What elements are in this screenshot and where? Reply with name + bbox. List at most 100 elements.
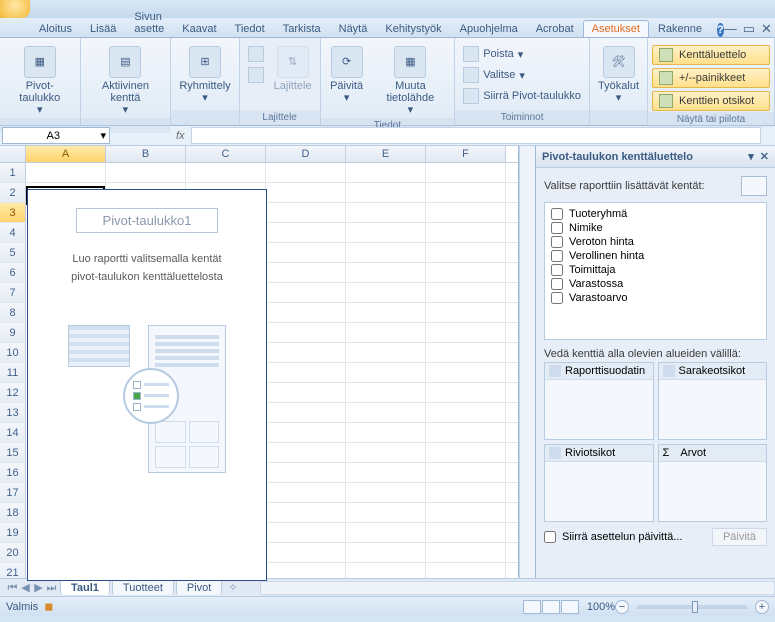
cell[interactable]: [426, 323, 506, 342]
tab-rakenne[interactable]: Rakenne: [649, 20, 711, 37]
fx-icon[interactable]: fx: [176, 130, 185, 142]
row-header[interactable]: 10: [0, 343, 26, 362]
field-checkbox[interactable]: [551, 264, 563, 276]
cell[interactable]: [346, 363, 426, 382]
cell[interactable]: [426, 563, 506, 578]
sheet-nav-first[interactable]: ⏮: [6, 582, 19, 595]
cell[interactable]: [426, 543, 506, 562]
cell[interactable]: [346, 543, 426, 562]
cell[interactable]: [346, 463, 426, 482]
column-header-e[interactable]: E: [346, 146, 426, 162]
cell[interactable]: [266, 343, 346, 362]
tab-apuohjelmat[interactable]: Apuohjelma: [451, 20, 527, 37]
tab-tarkista[interactable]: Tarkista: [274, 20, 330, 37]
cell[interactable]: [346, 203, 426, 222]
cell[interactable]: [266, 483, 346, 502]
cell[interactable]: [426, 483, 506, 502]
cell[interactable]: [426, 263, 506, 282]
row-header[interactable]: 18: [0, 503, 26, 522]
row-header[interactable]: 7: [0, 283, 26, 302]
cell[interactable]: [346, 303, 426, 322]
zoom-out-button[interactable]: −: [615, 600, 629, 614]
cell[interactable]: [346, 263, 426, 282]
row-header[interactable]: 9: [0, 323, 26, 342]
cell[interactable]: [266, 563, 346, 578]
cell[interactable]: [266, 223, 346, 242]
cell[interactable]: [346, 443, 426, 462]
cell[interactable]: [346, 323, 426, 342]
zoom-slider-thumb[interactable]: [692, 601, 698, 613]
sheet-nav-prev[interactable]: ◀: [19, 581, 32, 594]
field-checkbox[interactable]: [551, 236, 563, 248]
cell[interactable]: [106, 163, 186, 182]
tab-kehitystyokalut[interactable]: Kehitystyök: [376, 20, 450, 37]
clear-button[interactable]: Poista ▾: [459, 44, 585, 64]
refresh-button[interactable]: ⟳Päivitä▾: [325, 44, 369, 106]
cell[interactable]: [346, 243, 426, 262]
zone-column-labels[interactable]: Sarakeotsikot: [658, 362, 768, 440]
zoom-value[interactable]: 100%: [587, 601, 615, 613]
update-button[interactable]: Päivitä: [712, 528, 767, 546]
column-header-c[interactable]: C: [186, 146, 266, 162]
field-item[interactable]: Verollinen hinta: [549, 249, 762, 263]
name-box[interactable]: A3▾: [2, 127, 110, 144]
row-header[interactable]: 15: [0, 443, 26, 462]
sort-button[interactable]: ⇅Lajittele: [270, 44, 316, 94]
cell[interactable]: [266, 243, 346, 262]
cell[interactable]: [266, 543, 346, 562]
column-header-b[interactable]: B: [106, 146, 186, 162]
defer-layout-checkbox[interactable]: [544, 531, 556, 543]
cell[interactable]: [266, 423, 346, 442]
cell[interactable]: [426, 243, 506, 262]
cell[interactable]: [266, 163, 346, 182]
horizontal-scrollbar[interactable]: [260, 581, 775, 595]
column-header-a[interactable]: A: [26, 146, 106, 162]
row-header[interactable]: 12: [0, 383, 26, 402]
close-button[interactable]: ✕: [761, 21, 772, 37]
cell[interactable]: [426, 363, 506, 382]
tab-nayta[interactable]: Näytä: [330, 20, 377, 37]
row-header[interactable]: 17: [0, 483, 26, 502]
row-header[interactable]: 21: [0, 563, 26, 578]
row-header[interactable]: 6: [0, 263, 26, 282]
cell[interactable]: [266, 523, 346, 542]
cell[interactable]: [426, 383, 506, 402]
move-pivot-button[interactable]: Siirrä Pivot-taulukko: [459, 86, 585, 106]
cell[interactable]: [266, 303, 346, 322]
cell[interactable]: [346, 403, 426, 422]
field-list-dropdown-icon[interactable]: ▾: [748, 150, 754, 163]
cell[interactable]: [346, 523, 426, 542]
zoom-in-button[interactable]: +: [755, 600, 769, 614]
zone-row-labels[interactable]: Riviotsikot: [544, 444, 654, 522]
cell[interactable]: [266, 363, 346, 382]
column-header-f[interactable]: F: [426, 146, 506, 162]
sheet-nav-last[interactable]: ⏭: [45, 582, 58, 595]
view-pagebreak-button[interactable]: [561, 600, 579, 614]
tab-tiedot[interactable]: Tiedot: [226, 20, 274, 37]
field-checkbox[interactable]: [551, 278, 563, 290]
row-header[interactable]: 4: [0, 223, 26, 242]
row-header[interactable]: 11: [0, 363, 26, 382]
sheet-tab-pivot[interactable]: Pivot: [176, 580, 222, 595]
cell[interactable]: [426, 283, 506, 302]
cell[interactable]: [266, 503, 346, 522]
field-checkbox[interactable]: [551, 292, 563, 304]
field-item[interactable]: Toimittaja: [549, 263, 762, 277]
zone-report-filter[interactable]: Raporttisuodatin: [544, 362, 654, 440]
cell[interactable]: [266, 183, 346, 202]
plusminus-toggle[interactable]: +/--painikkeet: [652, 68, 770, 88]
view-pagelayout-button[interactable]: [542, 600, 560, 614]
cell[interactable]: [426, 203, 506, 222]
office-button[interactable]: [0, 0, 30, 18]
cell[interactable]: [266, 403, 346, 422]
cell[interactable]: [346, 163, 426, 182]
tab-kaavat[interactable]: Kaavat: [173, 20, 225, 37]
cell[interactable]: [346, 283, 426, 302]
spreadsheet-grid[interactable]: A B C D E F 1234567891011121314151617181…: [0, 146, 519, 578]
row-header[interactable]: 20: [0, 543, 26, 562]
view-normal-button[interactable]: [523, 600, 541, 614]
cell[interactable]: [266, 463, 346, 482]
row-header[interactable]: 5: [0, 243, 26, 262]
tab-asetukset[interactable]: Asetukset: [583, 20, 649, 37]
cell[interactable]: [346, 223, 426, 242]
